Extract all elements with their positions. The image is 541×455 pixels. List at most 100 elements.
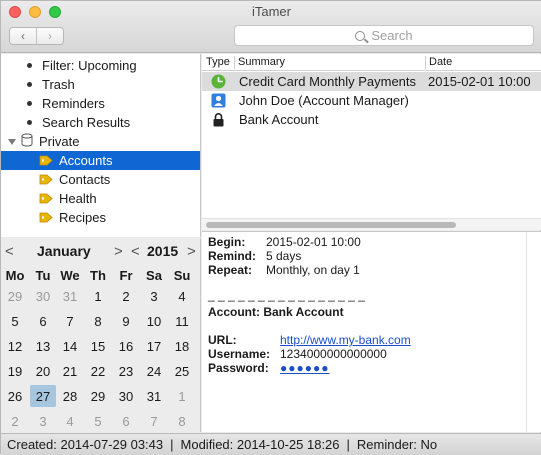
sidebar-item-search-results[interactable]: Search Results xyxy=(1,113,200,132)
calendar-day[interactable]: 21 xyxy=(57,360,83,382)
search-icon xyxy=(355,30,366,41)
sidebar-item-contacts[interactable]: Contacts xyxy=(1,170,200,189)
detail-username-row: Username: 1234000000000000 xyxy=(208,347,387,361)
detail-remind-row: Remind: 5 days xyxy=(208,249,301,263)
calendar-day[interactable]: 27 xyxy=(30,385,56,407)
contact-icon xyxy=(211,93,226,108)
calendar-day[interactable]: 13 xyxy=(30,335,56,357)
calendar-day[interactable]: 6 xyxy=(30,310,56,332)
chevron-right-icon: › xyxy=(48,29,52,43)
calendar-day[interactable]: 16 xyxy=(113,335,139,357)
sidebar-item-filter-upcoming[interactable]: Filter: Upcoming xyxy=(1,56,200,75)
sidebar-item-label: Recipes xyxy=(59,210,106,225)
calendar-day[interactable]: 15 xyxy=(85,335,111,357)
detail-repeat-row: Repeat: Monthly, on day 1 xyxy=(208,263,360,277)
calendar-day[interactable]: 3 xyxy=(30,410,56,432)
calendar-day[interactable]: 26 xyxy=(2,385,28,407)
calendar-day[interactable]: 30 xyxy=(113,385,139,407)
calendar-day[interactable]: 6 xyxy=(113,410,139,432)
previous-month-button[interactable]: < xyxy=(5,243,14,260)
calendar-day[interactable]: 4 xyxy=(57,410,83,432)
detail-pane: Begin: 2015-02-01 10:00 Remind: 5 days R… xyxy=(202,231,541,432)
column-header-summary[interactable]: Summary xyxy=(234,56,285,68)
calendar-day[interactable]: 24 xyxy=(141,360,167,382)
calendar-day[interactable]: 2 xyxy=(2,410,28,432)
table-row[interactable]: John Doe (Account Manager) xyxy=(202,91,541,110)
clock-icon xyxy=(211,74,226,89)
weekday-label: Sa xyxy=(146,267,162,283)
calendar-day[interactable]: 5 xyxy=(85,410,111,432)
calendar-day[interactable]: 28 xyxy=(57,385,83,407)
calendar-day[interactable]: 7 xyxy=(57,310,83,332)
calendar-day[interactable]: 29 xyxy=(2,285,28,307)
calendar-day[interactable]: 29 xyxy=(85,385,111,407)
url-link[interactable]: http://www.my-bank.com xyxy=(280,333,411,347)
search-field[interactable]: Search xyxy=(234,25,534,46)
calendar-day[interactable]: 30 xyxy=(30,285,56,307)
bullet-icon xyxy=(27,82,32,87)
mini-calendar: < January > < 2015 > Mo Tu We Th Fr Sa Su 29 30… xyxy=(1,238,201,432)
calendar-day[interactable]: 1 xyxy=(85,285,111,307)
sidebar-item-trash[interactable]: Trash xyxy=(1,75,200,94)
calendar-day[interactable]: 3 xyxy=(141,285,167,307)
table-row[interactable]: Credit Card Monthly Payments 2015-02-01 … xyxy=(202,72,541,91)
back-button[interactable]: ‹ xyxy=(10,28,36,44)
calendar-day[interactable]: 18 xyxy=(169,335,195,357)
bullet-icon xyxy=(27,63,32,68)
calendar-day[interactable]: 19 xyxy=(2,360,28,382)
title-toolbar: iTamer ‹ › Search xyxy=(1,1,541,53)
lock-icon xyxy=(211,112,226,127)
begin-label: Begin: xyxy=(208,235,246,249)
calendar-day[interactable]: 31 xyxy=(141,385,167,407)
next-year-button[interactable]: > xyxy=(187,243,196,260)
forward-button[interactable]: › xyxy=(36,28,63,44)
sidebar-item-recipes[interactable]: Recipes xyxy=(1,208,200,227)
sidebar-item-reminders[interactable]: Reminders xyxy=(1,94,200,113)
status-modified: Modified: 2014-10-25 18:26 xyxy=(180,437,340,452)
calendar-day[interactable]: 20 xyxy=(30,360,56,382)
calendar-day[interactable]: 4 xyxy=(169,285,195,307)
calendar-day[interactable]: 2 xyxy=(113,285,139,307)
status-bar: Created: 2014-07-29 03:43 | Modified: 20… xyxy=(1,433,541,455)
calendar-day[interactable]: 7 xyxy=(141,410,167,432)
bullet-icon xyxy=(27,120,32,125)
sidebar-group-private[interactable]: Private xyxy=(1,132,200,151)
sidebar-item-accounts[interactable]: Accounts xyxy=(1,151,200,170)
table-row[interactable]: Bank Account xyxy=(202,110,541,129)
repeat-label: Repeat: xyxy=(208,263,253,277)
begin-value: 2015-02-01 10:00 xyxy=(266,235,361,249)
url-label: URL: xyxy=(208,333,237,347)
calendar-day[interactable]: 8 xyxy=(85,310,111,332)
calendar-day[interactable]: 17 xyxy=(141,335,167,357)
calendar-day[interactable]: 31 xyxy=(57,285,83,307)
sidebar-item-health[interactable]: Health xyxy=(1,189,200,208)
calendar-day[interactable]: 1 xyxy=(169,385,195,407)
scrollbar-thumb[interactable] xyxy=(206,222,456,228)
account-value: Bank Account xyxy=(263,305,344,319)
disclosure-triangle-icon[interactable] xyxy=(8,138,16,145)
sidebar-item-label: Contacts xyxy=(59,172,111,187)
column-header-type[interactable]: Type xyxy=(202,56,230,68)
calendar-day[interactable]: 10 xyxy=(141,310,167,332)
calendar-day[interactable]: 9 xyxy=(113,310,139,332)
detail-begin-row: Begin: 2015-02-01 10:00 xyxy=(208,235,361,249)
calendar-day[interactable]: 14 xyxy=(57,335,83,357)
search-placeholder: Search xyxy=(371,28,413,43)
next-month-button[interactable]: > xyxy=(114,243,123,260)
calendar-header: < January > < 2015 > xyxy=(1,243,201,263)
calendar-day[interactable]: 25 xyxy=(169,360,195,382)
horizontal-scrollbar[interactable] xyxy=(202,218,541,230)
repeat-value: Monthly, on day 1 xyxy=(266,263,360,277)
calendar-day[interactable]: 12 xyxy=(2,335,28,357)
previous-year-button[interactable]: < xyxy=(131,243,140,260)
calendar-day[interactable]: 5 xyxy=(2,310,28,332)
row-date: 2015-02-01 10:00 xyxy=(428,74,531,89)
column-header-date[interactable]: Date xyxy=(425,56,452,68)
calendar-day[interactable]: 22 xyxy=(85,360,111,382)
password-reveal-link[interactable]: ●●●●●● xyxy=(280,361,330,375)
calendar-day[interactable]: 8 xyxy=(169,410,195,432)
detail-url-row: URL: http://www.my-bank.com xyxy=(208,333,411,347)
calendar-day[interactable]: 23 xyxy=(113,360,139,382)
sidebar-item-label: Search Results xyxy=(42,115,131,130)
calendar-day[interactable]: 11 xyxy=(169,310,195,332)
